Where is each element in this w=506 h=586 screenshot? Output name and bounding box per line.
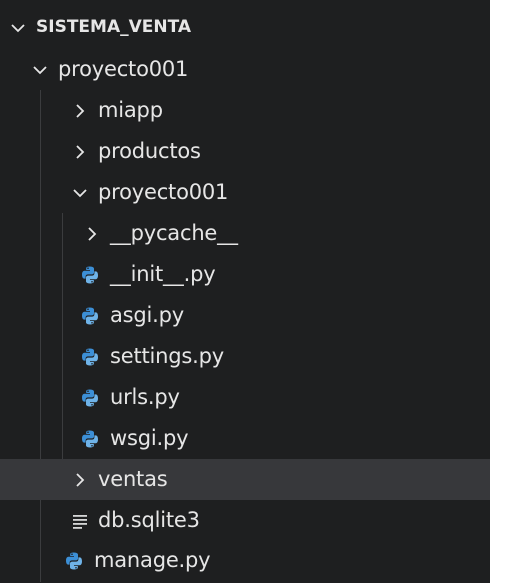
explorer-root-folder[interactable]: SISTEMA_VENTA [0,7,490,48]
python-icon [80,265,100,285]
python-icon [80,306,100,326]
python-icon [80,429,100,449]
tree-item-pycache[interactable]: __pycache__ [0,213,490,254]
chevron-right-icon[interactable] [70,101,90,121]
tree-item-label: proyecto001 [98,180,229,204]
tree-item-db-sqlite3[interactable]: db.sqlite3 [0,500,490,541]
tree-item-label: __pycache__ [110,221,238,245]
tree-item-settings-py[interactable]: settings.py [0,336,490,377]
tree-item-label: productos [98,139,201,163]
chevron-right-icon[interactable] [70,142,90,162]
tree-item-productos[interactable]: productos [0,131,490,172]
chevron-down-icon[interactable] [70,183,90,203]
tree-item-wsgi-py[interactable]: wsgi.py [0,418,490,459]
tree-item-proyecto001[interactable]: proyecto001 [0,49,490,90]
tree-item-manage-py[interactable]: manage.py [0,540,490,581]
tree-item-label: miapp [98,98,163,122]
tree-item-label: asgi.py [110,303,185,327]
tree-item-proyecto001-inner[interactable]: proyecto001 [0,172,490,213]
chevron-right-icon[interactable] [82,224,102,244]
tree-item-label: urls.py [110,385,180,409]
python-icon [64,551,84,571]
python-icon [80,388,100,408]
lines-icon [70,511,90,531]
tree-item-urls-py[interactable]: urls.py [0,377,490,418]
tree-item-label: wsgi.py [110,426,189,450]
tree-item-label: __init__.py [110,262,216,286]
root-folder-label: SISTEMA_VENTA [36,17,192,37]
tree-item-ventas[interactable]: ventas [0,459,490,500]
tree-item-asgi-py[interactable]: asgi.py [0,295,490,336]
chevron-right-icon[interactable] [70,470,90,490]
tree-item-label: ventas [98,467,168,491]
chevron-down-icon[interactable] [30,60,50,80]
file-explorer: SISTEMA_VENTA proyecto001 miapp producto… [0,0,490,583]
tree-item-label: settings.py [110,344,224,368]
chevron-down-icon[interactable] [8,18,28,38]
tree-item-miapp[interactable]: miapp [0,90,490,131]
tree-item-init-py[interactable]: __init__.py [0,254,490,295]
python-icon [80,347,100,367]
tree-item-label: manage.py [94,548,211,572]
tree-item-label: proyecto001 [58,57,189,81]
tree-item-label: db.sqlite3 [98,508,200,532]
